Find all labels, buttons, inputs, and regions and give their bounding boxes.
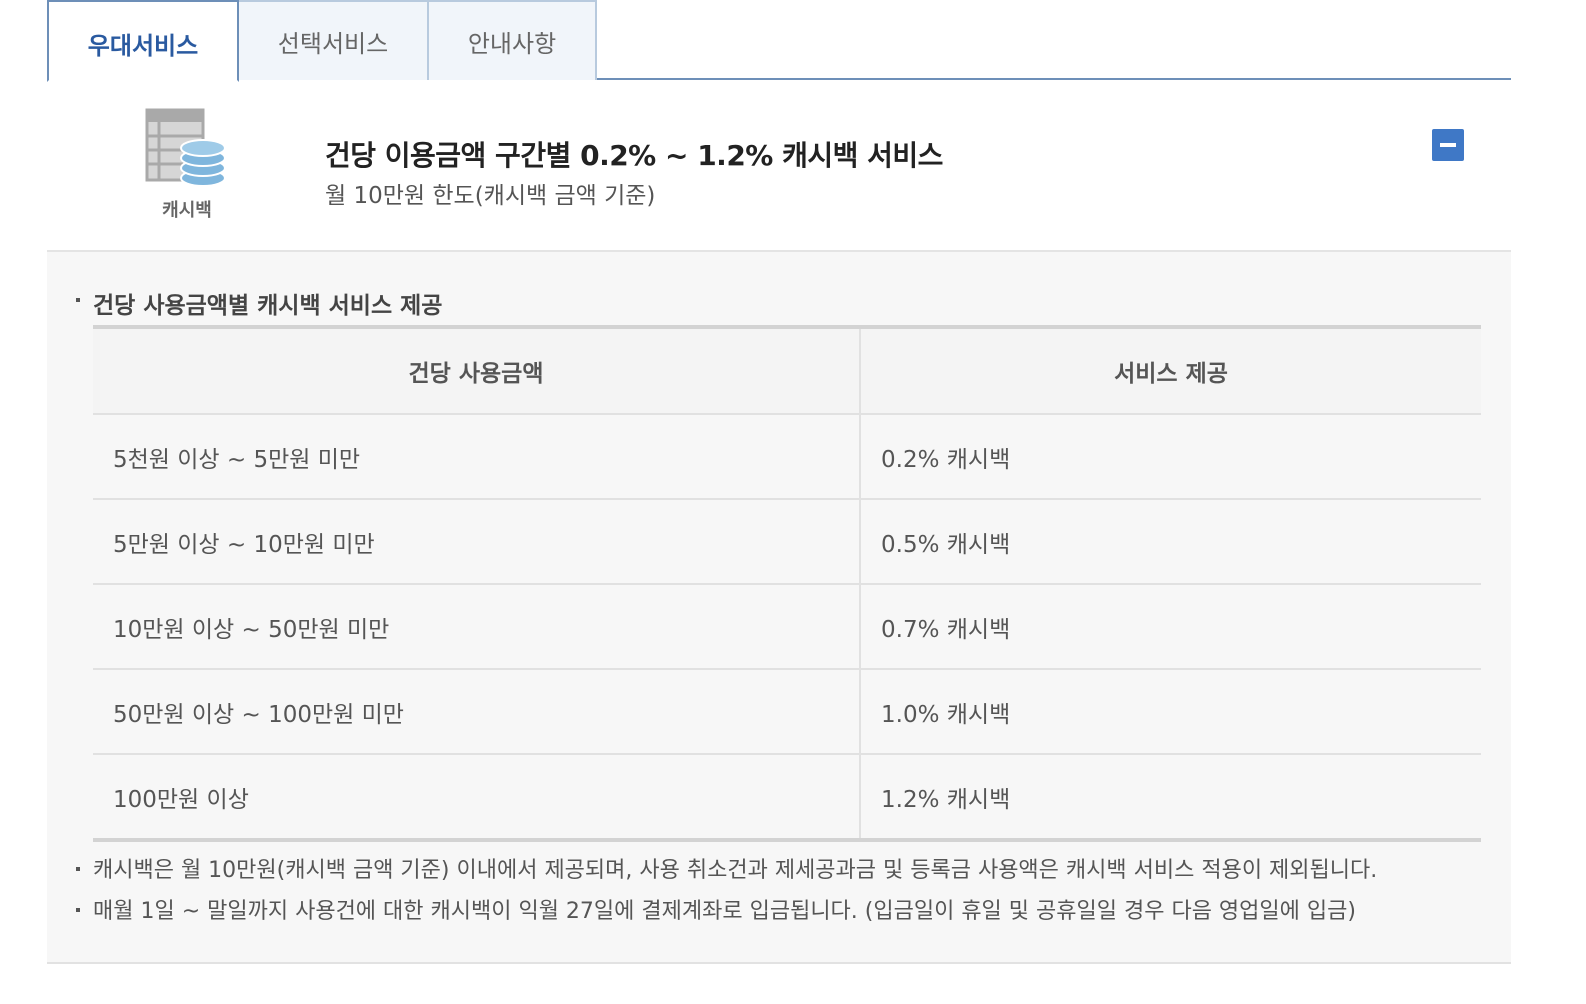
service-detail: 건당 사용금액별 캐시백 서비스 제공 건당 사용금액 서비스 제공 5천원 이…	[47, 252, 1511, 964]
service-tabs: 우대서비스 선택서비스 안내사항	[47, 0, 1511, 82]
table-row: 10만원 이상 ~ 50만원 미만 0.7% 캐시백	[93, 584, 1481, 670]
amount-cell: 5천원 이상 ~ 5만원 미만	[93, 414, 861, 500]
column-header-service: 서비스 제공	[860, 327, 1481, 415]
tab-benefit-services[interactable]: 우대서비스	[47, 0, 239, 82]
service-cell: 1.2% 캐시백	[881, 786, 1011, 813]
tab-notices[interactable]: 안내사항	[427, 0, 597, 80]
table-header-row: 건당 사용금액 서비스 제공	[93, 327, 1481, 415]
table-row: 5천원 이상 ~ 5만원 미만 0.2% 캐시백	[93, 414, 1481, 500]
column-header-amount: 건당 사용금액	[93, 327, 861, 415]
cashback-icon	[145, 108, 226, 187]
service-cell: 1.0% 캐시백	[860, 669, 1481, 755]
service-icon-label: 캐시백	[162, 200, 212, 221]
tab-optional-services[interactable]: 선택서비스	[237, 0, 429, 80]
amount-cell: 10만원 이상 ~ 50만원 미만	[93, 584, 861, 670]
service-title: 건당 이용금액 구간별 0.2% ~ 1.2% 캐시백 서비스	[325, 139, 943, 172]
minus-icon	[1440, 143, 1456, 147]
service-cell: 0.2% 캐시백	[860, 414, 1481, 500]
bullet-icon	[76, 867, 80, 871]
service-subtitle: 월 10만원 한도(캐시백 금액 기준)	[325, 183, 656, 209]
table-row: 100만원 이상 1.2% 캐시백	[93, 754, 1481, 840]
amount-cell: 100만원 이상	[93, 754, 861, 840]
service-header: 캐시백 건당 이용금액 구간별 0.2% ~ 1.2% 캐시백 서비스 월 10…	[47, 80, 1511, 252]
cashback-table: 건당 사용금액 서비스 제공 5천원 이상 ~ 5만원 미만 0.2% 캐시백 …	[93, 325, 1481, 842]
section-title: 건당 사용금액별 캐시백 서비스 제공	[93, 293, 443, 319]
table-row: 5만원 이상 ~ 10만원 미만 0.5% 캐시백	[93, 499, 1481, 585]
service-cell: 0.5% 캐시백	[860, 499, 1481, 585]
note-deposit-schedule: 매월 1일 ~ 말일까지 사용건에 대한 캐시백이 익월 27일에 결제계좌로 …	[93, 899, 1356, 924]
table-row: 50만원 이상 ~ 100만원 미만 1.0% 캐시백	[93, 669, 1481, 755]
note-exclusions: 캐시백은 월 10만원(캐시백 금액 기준) 이내에서 제공되며, 사용 취소건…	[93, 858, 1378, 883]
amount-cell: 5만원 이상 ~ 10만원 미만	[93, 499, 861, 585]
collapse-button[interactable]	[1432, 129, 1464, 161]
service-cell: 0.7% 캐시백	[860, 584, 1481, 670]
amount-cell: 50만원 이상 ~ 100만원 미만	[93, 669, 861, 755]
bullet-icon	[76, 298, 80, 302]
bullet-icon	[76, 908, 80, 912]
